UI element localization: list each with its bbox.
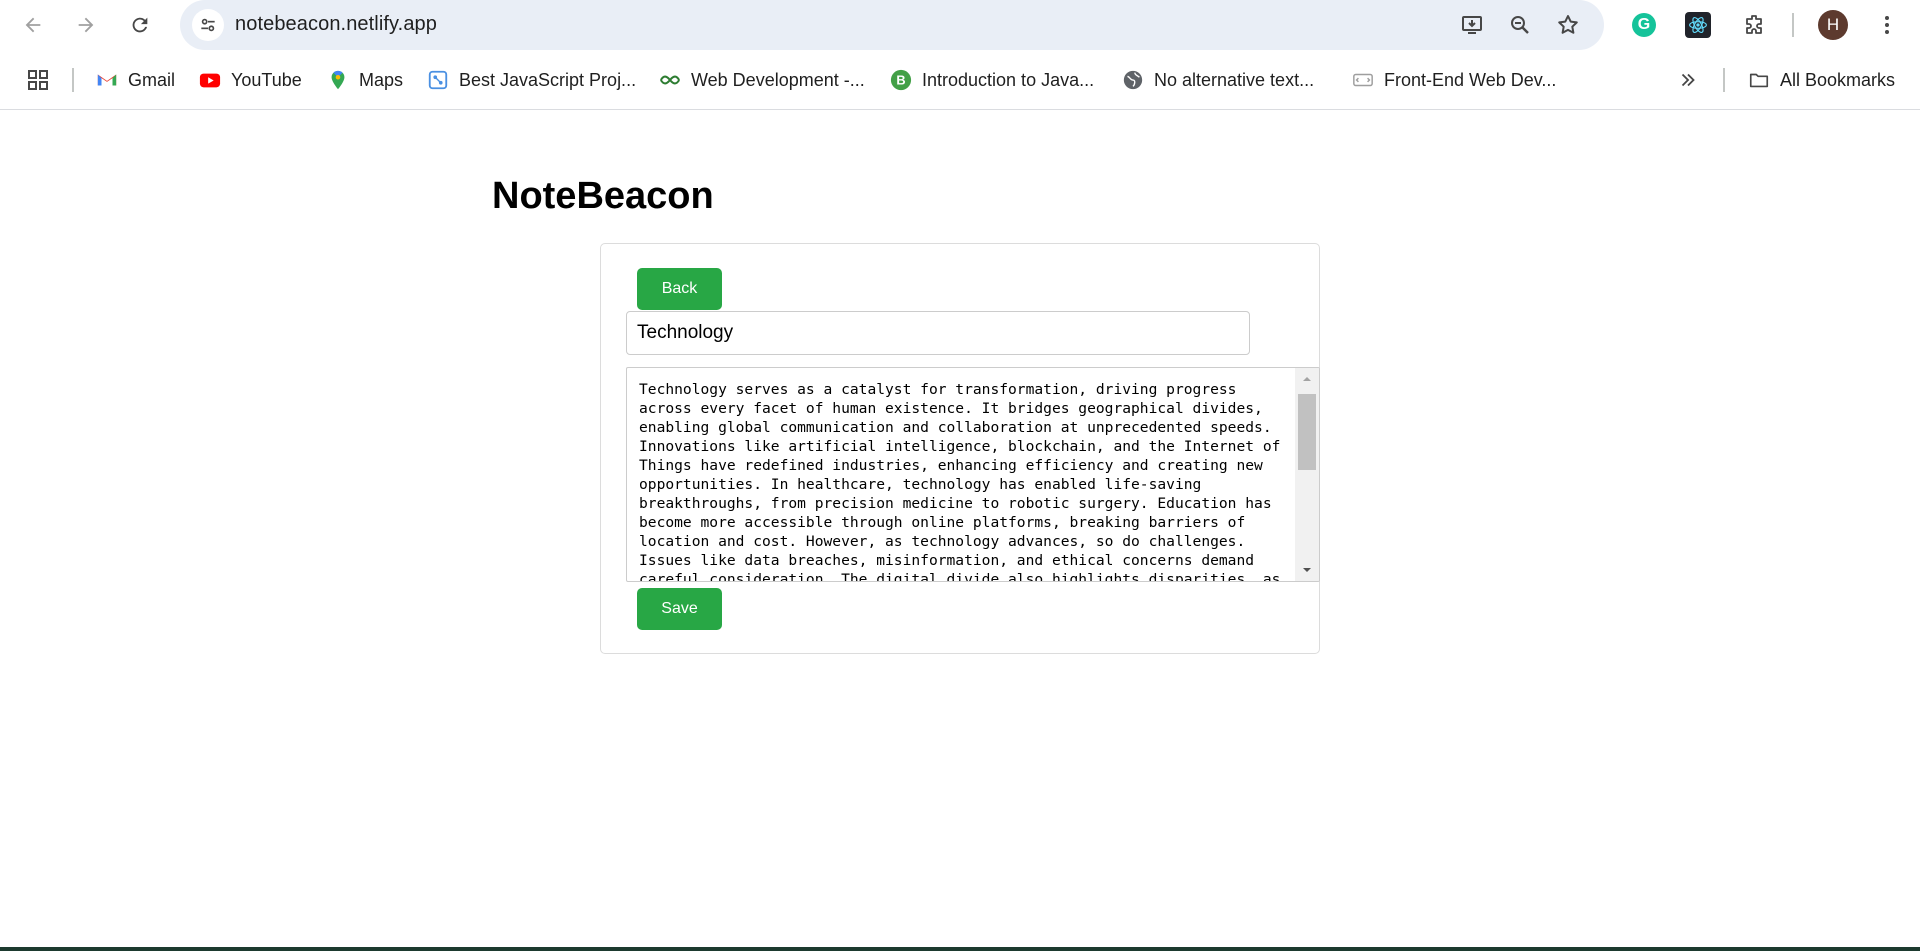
bookmark-label: Web Development -... bbox=[691, 69, 865, 90]
bookmark-label: Maps bbox=[359, 69, 404, 90]
forward-arrow-icon[interactable] bbox=[70, 9, 102, 41]
globe-icon bbox=[1122, 69, 1144, 91]
all-bookmarks-label: All Bookmarks bbox=[1780, 69, 1896, 90]
zoom-icon[interactable] bbox=[1506, 11, 1534, 39]
bookmarks-divider bbox=[72, 68, 74, 92]
profile-avatar[interactable]: H bbox=[1818, 10, 1848, 40]
bookmark-label: YouTube bbox=[231, 69, 302, 90]
more-bookmarks-chevron-icon[interactable] bbox=[1677, 67, 1699, 93]
bookmark-youtube[interactable]: YouTube bbox=[199, 67, 302, 93]
folder-icon bbox=[1748, 69, 1770, 91]
react-devtools-icon[interactable] bbox=[1684, 11, 1712, 39]
js-projects-icon bbox=[427, 69, 449, 91]
toolbar-divider bbox=[1792, 13, 1794, 37]
scroll-down-arrow-icon[interactable] bbox=[1295, 561, 1319, 579]
taskbar-edge bbox=[0, 947, 1920, 951]
note-body-text: Technology serves as a catalyst for tran… bbox=[639, 381, 1281, 582]
scroll-up-arrow-icon[interactable] bbox=[1295, 370, 1319, 388]
bookmark-label: Best JavaScript Proj... bbox=[459, 69, 637, 90]
bookmark-label: Gmail bbox=[128, 69, 176, 90]
note-editor-card: Back Technology Technology serves as a c… bbox=[600, 243, 1320, 654]
apps-grid-icon[interactable] bbox=[26, 67, 50, 93]
more-menu-icon[interactable] bbox=[1873, 11, 1901, 39]
gmail-icon bbox=[96, 69, 118, 91]
back-button[interactable]: Back bbox=[637, 268, 722, 310]
note-body-textarea[interactable]: Technology serves as a catalyst for tran… bbox=[626, 367, 1320, 582]
maps-icon bbox=[327, 69, 349, 91]
grammarly-extension-icon[interactable]: G bbox=[1630, 11, 1658, 39]
bookmarks-bar: Gmail YouTube Maps Best JavaScript Proj.… bbox=[0, 50, 1920, 110]
bookmark-label: Front-End Web Dev... bbox=[1384, 69, 1557, 90]
url-text[interactable]: notebeacon.netlify.app bbox=[235, 13, 437, 36]
svg-text:B: B bbox=[896, 73, 905, 88]
site-settings-icon[interactable] bbox=[192, 9, 224, 41]
note-title-input[interactable]: Technology bbox=[626, 311, 1250, 355]
address-bar[interactable]: notebeacon.netlify.app bbox=[180, 0, 1604, 50]
bookmark-gmail[interactable]: Gmail bbox=[96, 67, 175, 93]
frontend-icon bbox=[1352, 69, 1374, 91]
bookmark-label: Introduction to Java... bbox=[922, 69, 1095, 90]
scroll-thumb[interactable] bbox=[1298, 394, 1316, 470]
youtube-icon bbox=[199, 69, 221, 91]
web-dev-icon bbox=[659, 69, 681, 91]
bookmark-java-intro[interactable]: B Introduction to Java... bbox=[890, 67, 1094, 93]
bookmark-frontend[interactable]: Front-End Web Dev... bbox=[1352, 67, 1556, 93]
bookmark-web-dev[interactable]: Web Development -... bbox=[659, 67, 865, 93]
textarea-scrollbar[interactable] bbox=[1295, 368, 1319, 581]
save-button[interactable]: Save bbox=[637, 588, 722, 630]
bookmark-label: No alternative text... bbox=[1154, 69, 1315, 90]
app-title: NoteBeacon bbox=[492, 175, 714, 217]
install-app-icon[interactable] bbox=[1458, 11, 1486, 39]
bookmark-star-icon[interactable] bbox=[1554, 11, 1582, 39]
bookmark-maps[interactable]: Maps bbox=[327, 67, 403, 93]
reload-icon[interactable] bbox=[124, 9, 156, 41]
java-intro-icon: B bbox=[890, 69, 912, 91]
bookmark-no-alt-text[interactable]: No alternative text... bbox=[1122, 67, 1314, 93]
bookmark-js-projects[interactable]: Best JavaScript Proj... bbox=[427, 67, 636, 93]
extensions-puzzle-icon[interactable] bbox=[1740, 11, 1768, 39]
bookmarks-divider bbox=[1723, 68, 1725, 92]
back-arrow-icon[interactable] bbox=[17, 9, 49, 41]
browser-toolbar: notebeacon.netlify.app G H bbox=[0, 0, 1920, 50]
all-bookmarks-folder[interactable]: All Bookmarks bbox=[1748, 67, 1895, 93]
